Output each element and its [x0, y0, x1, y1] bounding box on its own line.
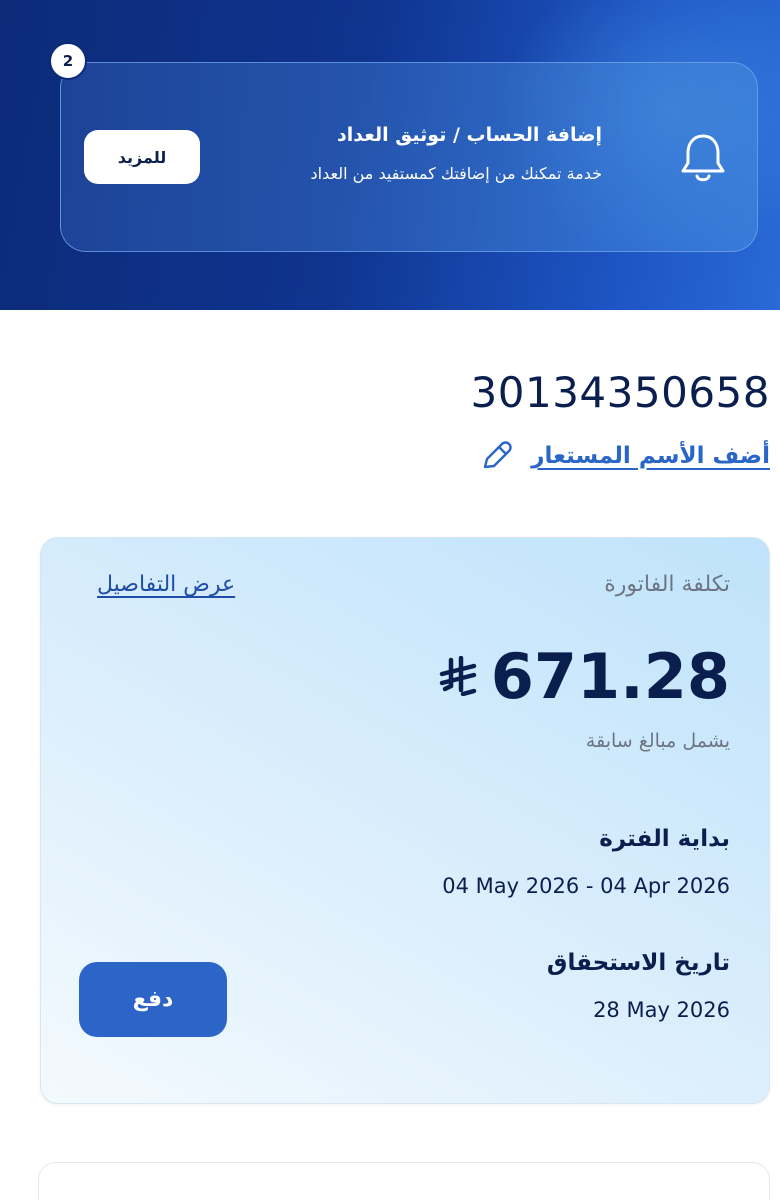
view-details-link[interactable]: عرض التفاصيل	[97, 572, 235, 597]
notification-title: إضافة الحساب / توثيق العداد	[337, 124, 602, 146]
notification-description: خدمة تمكنك من إضافتك كمستفيد من العداد	[310, 164, 602, 183]
pencil-icon[interactable]	[479, 439, 513, 473]
period-label: بداية الفترة	[599, 826, 730, 852]
due-date-value: 28 May 2026	[593, 998, 730, 1022]
period-value: 04 May 2026 - 04 Apr 2026	[442, 874, 730, 898]
due-date-label: تاريخ الاستحقاق	[546, 950, 730, 976]
account-number: 30134350658	[470, 368, 770, 417]
bill-amount-row: 671.28	[439, 636, 730, 716]
bell-icon	[681, 134, 725, 182]
bill-amount: 671.28	[490, 639, 730, 713]
riyal-icon	[439, 656, 476, 696]
amount-note: يشمل مبالغ سابقة	[585, 730, 730, 752]
more-button[interactable]: للمزيد	[84, 130, 200, 184]
bill-cost-label: تكلفة الفاتورة	[604, 572, 730, 597]
step-badge: 2	[49, 42, 87, 80]
pay-button[interactable]: دفع	[79, 962, 227, 1037]
add-alias-row[interactable]: أضف الأسم المستعار	[479, 436, 770, 476]
add-alias-link[interactable]: أضف الأسم المستعار	[531, 443, 770, 469]
next-card	[38, 1162, 770, 1200]
